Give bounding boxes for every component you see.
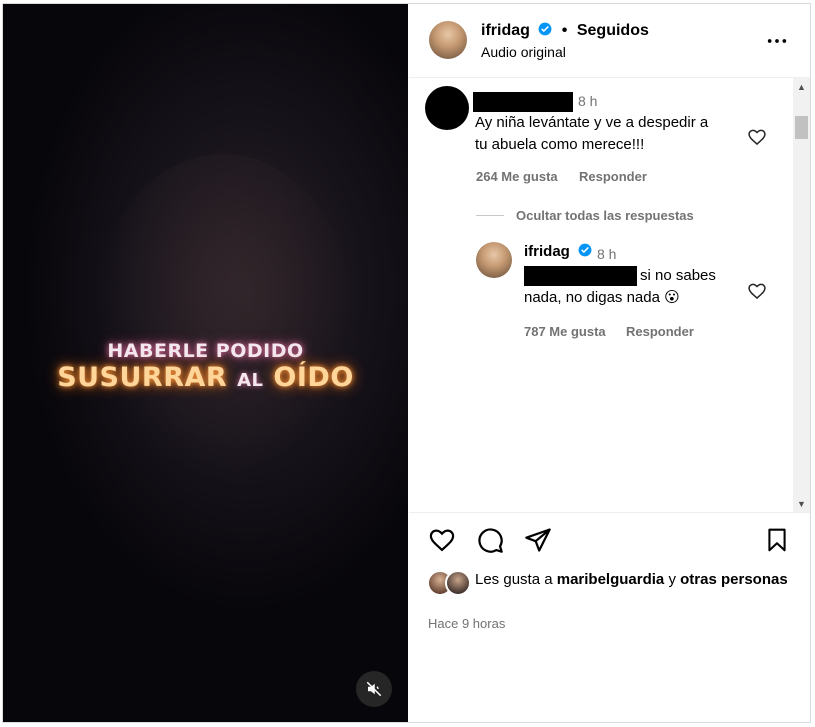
- comment-like-heart-icon[interactable]: [747, 127, 767, 147]
- video-frame-face: [93, 154, 353, 484]
- send-icon[interactable]: [524, 526, 552, 554]
- hide-replies-button[interactable]: Ocultar todas las respuestas: [516, 208, 694, 223]
- reply-likes-count[interactable]: 787 Me gusta: [524, 324, 606, 339]
- comment-text-line1: Ay niña levántate y ve a despedir a: [475, 114, 709, 131]
- author-line: ifridag • Seguidos: [481, 22, 649, 40]
- commenter-avatar-redacted[interactable]: [425, 86, 469, 130]
- mentioned-username-redacted: [524, 266, 637, 286]
- post-side-panel: ifridag • Seguidos Audio original 8 h Ay…: [409, 4, 810, 722]
- likes-prefix: Les gusta a: [475, 571, 553, 588]
- heart-icon[interactable]: [428, 526, 456, 554]
- more-horizontal-icon[interactable]: [766, 30, 788, 52]
- video-caption-word-oido: OÍDO: [273, 362, 354, 393]
- liker-username[interactable]: maribelguardia: [557, 571, 665, 588]
- audio-label[interactable]: Audio original: [481, 44, 566, 60]
- likes-conjunction: y: [668, 571, 676, 588]
- reply-author-line: ifridag: [524, 243, 592, 260]
- likes-text: Les gusta a maribelguardia y otras perso…: [475, 569, 795, 591]
- liker-avatar-2[interactable]: [445, 570, 471, 596]
- scroll-up-arrow-icon[interactable]: ▲: [793, 78, 810, 95]
- author-username[interactable]: ifridag: [481, 22, 530, 39]
- verified-badge-icon: [538, 22, 552, 36]
- video-caption-word-susurrar: SUSURRAR: [57, 362, 228, 393]
- other-likers-link[interactable]: otras personas: [680, 571, 788, 588]
- comment-text-line2: tu abuela como merece!!!: [475, 136, 645, 153]
- video-caption-line1: HABERLE PODIDO: [107, 340, 304, 362]
- separator-dot: •: [561, 22, 568, 39]
- commenter-username-redacted: [473, 92, 573, 112]
- reply-like-heart-icon[interactable]: [747, 281, 767, 301]
- scrollbar-thumb[interactable]: [795, 116, 808, 139]
- post-timestamp[interactable]: Hace 9 horas: [428, 616, 505, 631]
- post-actions-bar: [409, 526, 810, 560]
- bookmark-icon[interactable]: [764, 526, 790, 554]
- scroll-down-arrow-icon[interactable]: ▼: [793, 495, 810, 512]
- reply-reply-button[interactable]: Responder: [626, 324, 694, 339]
- comments-list[interactable]: 8 h Ay niña levántate y ve a despedir a …: [409, 78, 810, 513]
- comment-likes-count[interactable]: 264 Me gusta: [476, 169, 558, 184]
- reply-text-line2: nada, no digas nada 😮: [524, 289, 680, 306]
- replies-divider: [476, 215, 504, 216]
- video-caption-word-al: AL: [237, 370, 264, 391]
- post-header: ifridag • Seguidos Audio original: [409, 4, 810, 78]
- comment-reply-button[interactable]: Responder: [579, 169, 647, 184]
- comment-icon[interactable]: [476, 526, 504, 554]
- reply-author-username[interactable]: ifridag: [524, 243, 570, 260]
- video-caption-line2: SUSURRAR AL OÍDO: [3, 362, 408, 393]
- speaker-muted-icon: [366, 681, 382, 697]
- follow-status-button[interactable]: Seguidos: [577, 22, 649, 39]
- verified-badge-icon: [578, 243, 592, 257]
- reply-author-avatar[interactable]: [476, 242, 512, 278]
- author-avatar[interactable]: [429, 21, 467, 59]
- reel-video[interactable]: HABERLE PODIDO SUSURRAR AL OÍDO: [3, 4, 408, 722]
- reply-time: 8 h: [597, 246, 617, 262]
- reply-text-line1: si no sabes: [640, 267, 716, 284]
- comments-scrollbar[interactable]: ▲ ▼: [793, 78, 810, 512]
- mute-button[interactable]: [356, 671, 392, 707]
- comment-time: 8 h: [578, 93, 598, 109]
